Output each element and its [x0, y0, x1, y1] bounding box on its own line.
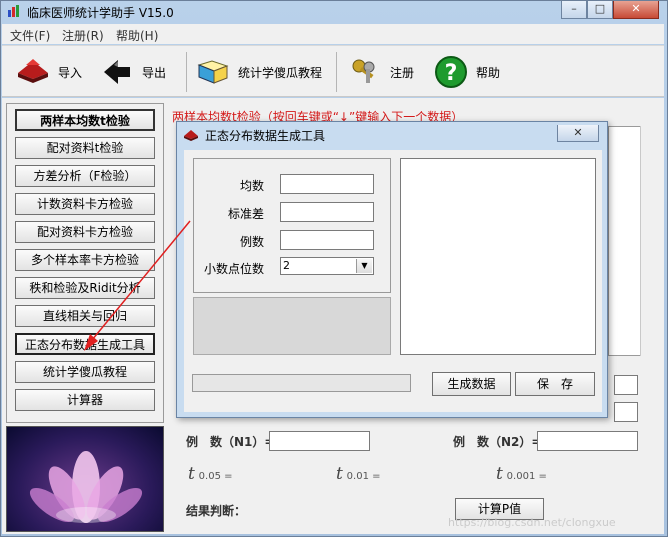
t-symbol: t: [188, 464, 195, 484]
watermark-text: https://blog.csdn.net/clongxue: [448, 516, 616, 529]
n-input[interactable]: [280, 230, 374, 250]
save-button[interactable]: 保 存: [515, 372, 595, 396]
nav-anova[interactable]: 方差分析（F检验）: [15, 165, 155, 187]
nav-paired-ttest[interactable]: 配对资料t检验: [15, 137, 155, 159]
register-button[interactable]: 注册: [348, 54, 414, 90]
nav-paired-chisquare[interactable]: 配对资料卡方检验: [15, 221, 155, 243]
help-icon: ?: [435, 56, 467, 88]
n1-label: 例 数（N1）=: [186, 435, 275, 449]
dialog-title: 正态分布数据生成工具: [205, 129, 326, 143]
title-bar[interactable]: 临床医师统计学助手 V15.0 – □ ✕: [1, 1, 667, 23]
nav-normal-generator[interactable]: 正态分布数据生成工具: [15, 333, 155, 355]
toolbar: 导入 导出 统计学傻瓜教程 注册 ? 帮助: [2, 45, 664, 97]
export-label: 导出: [142, 65, 167, 80]
nav-regression[interactable]: 直线相关与回归: [15, 305, 155, 327]
nav-tutorial[interactable]: 统计学傻瓜教程: [15, 361, 155, 383]
chevron-down-icon[interactable]: ▼: [356, 259, 372, 273]
n2-input[interactable]: [537, 431, 638, 451]
keys-icon: [352, 59, 375, 83]
t-001-label: 0.01 =: [346, 471, 381, 482]
menu-register[interactable]: 注册(R): [62, 27, 104, 44]
result-label: 结果判断：: [186, 504, 247, 518]
nav-calculator[interactable]: 计算器: [15, 389, 155, 411]
export-button[interactable]: 导出: [100, 54, 166, 90]
export-arrow-icon: [104, 60, 130, 84]
t-critical-0001: t 0.001 =: [496, 464, 547, 484]
import-button[interactable]: 导入: [16, 54, 82, 90]
maximize-button[interactable]: □: [587, 1, 613, 19]
app-logo-icon: [8, 5, 19, 17]
toolbar-separator: [186, 52, 187, 92]
preview-box: [193, 297, 391, 355]
mean-label: 均数: [239, 179, 264, 193]
t-critical-001: t 0.01 =: [336, 464, 381, 484]
toolbar-separator: [336, 52, 337, 92]
dialog-title-bar[interactable]: 正态分布数据生成工具 ✕: [183, 125, 603, 144]
nav-rank-sum[interactable]: 秩和检验及Ridit分析: [15, 277, 155, 299]
tutorial-button[interactable]: 统计学傻瓜教程: [196, 54, 322, 90]
import-icon: [18, 59, 48, 83]
t-critical-005: t 0.05 =: [188, 464, 233, 484]
lotus-image: [6, 426, 164, 532]
output-textarea[interactable]: [400, 158, 596, 355]
generate-button[interactable]: 生成数据: [432, 372, 511, 396]
menu-bar: 文件(F) 注册(R) 帮助(H): [2, 24, 664, 44]
sd-input[interactable]: [280, 202, 374, 222]
close-button[interactable]: ✕: [613, 1, 659, 19]
import-label: 导入: [58, 65, 83, 80]
lotus-flower-icon: [29, 451, 143, 523]
window-title: 临床医师统计学助手 V15.0: [27, 6, 174, 20]
help-label: 帮助: [476, 65, 501, 80]
n-label: 例数: [239, 235, 264, 249]
n1-input[interactable]: [269, 431, 370, 451]
decimals-select[interactable]: 2 ▼: [280, 257, 374, 275]
tutorial-label: 统计学傻瓜教程: [238, 65, 323, 80]
register-label: 注册: [390, 65, 415, 80]
sd-label: 标准差: [227, 207, 264, 221]
t-symbol: t: [336, 464, 343, 484]
decimals-label: 小数点位数: [203, 262, 264, 276]
dialog-close-button[interactable]: ✕: [557, 125, 599, 142]
t-0001-label: 0.001 =: [506, 471, 547, 482]
menu-file[interactable]: 文件(F): [10, 27, 50, 44]
nav-ttest[interactable]: 两样本均数t检验: [15, 109, 155, 131]
grid-scrollbar[interactable]: [640, 126, 656, 356]
mean-input[interactable]: [280, 174, 374, 194]
left-nav-panel: 两样本均数t检验 配对资料t检验 方差分析（F检验） 计数资料卡方检验 配对资料…: [6, 103, 164, 423]
nav-multi-rate-chisquare[interactable]: 多个样本率卡方检验: [15, 249, 155, 271]
svg-text:?: ?: [445, 61, 458, 86]
help-button[interactable]: ? 帮助: [434, 54, 500, 90]
book-icon: [197, 60, 229, 84]
menu-help[interactable]: 帮助(H): [116, 27, 158, 44]
mean2-input[interactable]: [614, 375, 638, 395]
nav-chisquare[interactable]: 计数资料卡方检验: [15, 193, 155, 215]
progress-bar: [192, 374, 411, 392]
sd2-input[interactable]: [614, 402, 638, 422]
decimals-value: 2: [283, 259, 290, 272]
t-symbol: t: [496, 464, 503, 484]
n2-label: 例 数（N2）=: [453, 435, 542, 449]
dialog-icon: [184, 130, 198, 141]
t-005-label: 0.05 =: [198, 471, 233, 482]
minimize-button[interactable]: –: [561, 1, 587, 19]
